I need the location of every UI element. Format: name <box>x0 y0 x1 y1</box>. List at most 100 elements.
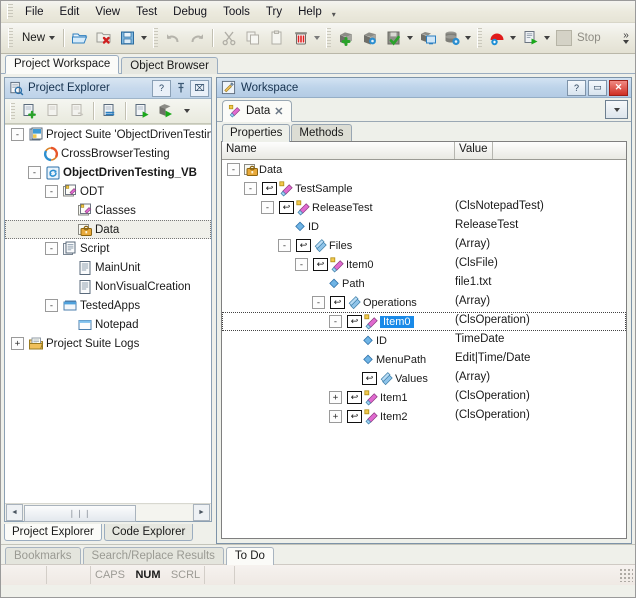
tab-project-explorer[interactable]: Project Explorer <box>4 524 102 541</box>
project-tree[interactable]: -Project Suite 'ObjectDrivenTestinCrossB… <box>5 124 211 503</box>
grid-row[interactable]: +↪Item2(ClsOperation) <box>222 407 626 426</box>
project-tree-item[interactable]: -Project Suite 'ObjectDrivenTestin <box>5 125 211 144</box>
tree-collapse-button[interactable]: - <box>45 185 58 198</box>
tree-collapse-button[interactable]: - <box>261 201 274 214</box>
chevron-down-icon[interactable] <box>49 36 55 40</box>
hscroll-track[interactable]: ❘❘❘ <box>24 505 192 520</box>
delete-button[interactable] <box>289 26 323 50</box>
cut-button[interactable] <box>217 26 241 50</box>
tree-collapse-button[interactable]: - <box>244 182 257 195</box>
tree-collapse-button[interactable]: - <box>227 163 240 176</box>
grid-row[interactable]: -↪TestSample <box>222 179 626 198</box>
settings-object-button[interactable] <box>358 26 382 50</box>
chevron-down-icon[interactable] <box>407 36 413 40</box>
workspace-restore-button[interactable]: ▭ <box>588 80 607 96</box>
tree-collapse-button[interactable]: - <box>28 166 41 179</box>
menu-overflow-chevron-down-icon[interactable]: ▾ <box>330 10 342 19</box>
grid-row[interactable]: -↪Item0(ClsOperation) <box>222 312 626 331</box>
project-tree-item[interactable]: Data <box>5 220 211 239</box>
project-tree-item[interactable]: CrossBrowserTesting <box>5 144 211 163</box>
grid-row[interactable]: +↪Item1(ClsOperation) <box>222 388 626 407</box>
record-button[interactable] <box>485 26 519 50</box>
new-project-item-button[interactable] <box>18 99 42 123</box>
menu-test[interactable]: Test <box>128 4 165 20</box>
toolbar-overflow-button[interactable]: » <box>617 25 635 51</box>
grid-header-value[interactable]: Value <box>455 142 493 159</box>
tab-code-explorer[interactable]: Code Explorer <box>104 524 194 541</box>
doc-tab-close-icon[interactable]: ✕ <box>274 105 283 118</box>
chevron-down-icon[interactable] <box>184 109 190 113</box>
scroll-left-arrow-icon[interactable]: ◄ <box>6 504 23 521</box>
project-tree-item[interactable]: Notepad <box>5 315 211 334</box>
help-button[interactable]: ? <box>152 80 171 97</box>
grid-row[interactable]: -↪Files(Array) <box>222 236 626 255</box>
grid-row[interactable]: -↪Operations(Array) <box>222 293 626 312</box>
pe-toolbar-grip[interactable] <box>10 103 15 120</box>
menu-edit[interactable]: Edit <box>52 4 88 20</box>
toolbar-grip-4[interactable] <box>477 28 482 48</box>
tab-properties[interactable]: Properties <box>222 124 290 142</box>
project-tree-item[interactable]: Classes <box>5 201 211 220</box>
project-tree-item[interactable]: +Project Suite Logs <box>5 334 211 353</box>
project-tree-item[interactable]: -TestedApps <box>5 296 211 315</box>
chevron-down-icon[interactable] <box>465 36 471 40</box>
tree-collapse-button[interactable]: - <box>11 128 24 141</box>
doc-tab-data[interactable]: Data ✕ <box>222 100 292 122</box>
menu-tools[interactable]: Tools <box>215 4 258 20</box>
redo-button[interactable] <box>185 26 209 50</box>
open-project-button[interactable] <box>68 26 92 50</box>
scroll-right-arrow-icon[interactable]: ► <box>193 504 210 521</box>
tab-search-replace-results[interactable]: Search/Replace Results <box>83 547 224 564</box>
tab-project-workspace[interactable]: Project Workspace <box>5 55 119 74</box>
grid-row[interactable]: IDReleaseTest <box>222 217 626 236</box>
menu-try[interactable]: Try <box>258 4 290 20</box>
close-project-button[interactable] <box>92 26 116 50</box>
chevron-down-icon[interactable] <box>510 36 516 40</box>
tree-collapse-button[interactable]: - <box>45 299 58 312</box>
project-tree-item[interactable]: -Script <box>5 239 211 258</box>
database-button[interactable] <box>440 26 474 50</box>
chevron-down-icon[interactable] <box>314 36 320 40</box>
project-tree-item[interactable]: -ObjectDrivenTesting_VB <box>5 163 211 182</box>
menu-file[interactable]: File <box>17 4 52 20</box>
grid-row[interactable]: IDTimeDate <box>222 331 626 350</box>
remote-button[interactable] <box>416 26 440 50</box>
tab-bookmarks[interactable]: Bookmarks <box>5 547 81 564</box>
new-button[interactable]: New <box>16 26 60 50</box>
grid-row[interactable]: ↪Values(Array) <box>222 369 626 388</box>
chevron-down-icon[interactable] <box>544 36 550 40</box>
menu-view[interactable]: View <box>87 4 128 20</box>
grid-row[interactable]: -↪ReleaseTest(ClsNotepadTest) <box>222 198 626 217</box>
toolbar-grip-1[interactable] <box>8 28 13 48</box>
project-tree-item[interactable]: NonVisualCreation <box>5 277 211 296</box>
document-list-dropdown[interactable] <box>605 100 628 119</box>
tree-collapse-button[interactable]: - <box>295 258 308 271</box>
menu-grip[interactable] <box>7 4 13 19</box>
project-tree-item[interactable]: MainUnit <box>5 258 211 277</box>
run-script-button[interactable] <box>519 26 553 50</box>
grid-header-name[interactable]: Name <box>222 142 455 159</box>
tree-collapse-button[interactable]: - <box>329 315 342 328</box>
paste-button[interactable] <box>265 26 289 50</box>
grid-rows-container[interactable]: -Data-↪TestSample-↪ReleaseTest(ClsNotepa… <box>222 160 626 538</box>
tree-collapse-button[interactable]: - <box>45 242 58 255</box>
undo-button[interactable] <box>161 26 185 50</box>
grid-row[interactable]: -Data <box>222 160 626 179</box>
save-button[interactable] <box>116 26 150 50</box>
copy-button[interactable] <box>241 26 265 50</box>
close-panel-button[interactable]: ⌧ <box>190 80 209 97</box>
run-item-button[interactable] <box>130 99 154 123</box>
remove-item-button[interactable] <box>66 99 90 123</box>
checked-item-button[interactable] <box>382 26 416 50</box>
menu-help[interactable]: Help <box>290 4 330 20</box>
add-existing-item-button[interactable] <box>42 99 66 123</box>
tab-to-do[interactable]: To Do <box>226 547 274 565</box>
workspace-close-button[interactable]: ✕ <box>609 80 628 96</box>
workspace-titlebar[interactable]: Workspace ? ▭ ✕ <box>217 78 631 98</box>
add-item-button[interactable] <box>334 26 358 50</box>
tree-expand-button[interactable]: + <box>11 337 24 350</box>
project-tree-item[interactable]: -ODT <box>5 182 211 201</box>
pin-icon[interactable] <box>173 81 188 96</box>
tree-expand-button[interactable]: + <box>329 410 342 423</box>
chevron-down-icon[interactable] <box>141 36 147 40</box>
